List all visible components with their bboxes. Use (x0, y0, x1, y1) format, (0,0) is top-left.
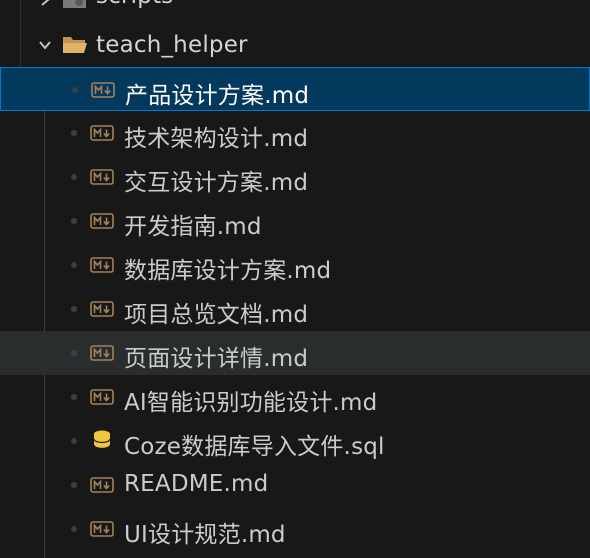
indent-dot (71, 438, 77, 444)
folder-label: teach_helper (96, 32, 248, 58)
markdown-icon (90, 257, 114, 273)
indent-dot (71, 130, 77, 136)
file-row[interactable]: 产品设计方案.md (0, 67, 590, 111)
file-label: 产品设计方案.md (125, 83, 310, 109)
markdown-icon (91, 82, 115, 98)
markdown-icon (90, 389, 114, 405)
database-icon (93, 430, 111, 450)
indent-dot (71, 306, 77, 312)
file-label: 项目总览文档.md (124, 302, 309, 328)
file-label: UI设计规范.md (124, 522, 286, 548)
file-row[interactable]: UI设计规范.md (0, 507, 590, 551)
file-label: Coze数据库导入文件.sql (124, 434, 385, 460)
markdown-icon (90, 521, 114, 537)
file-row[interactable]: 交互设计方案.md (0, 155, 590, 199)
indent-dot (71, 394, 77, 400)
folder-label: scripts (96, 0, 173, 9)
markdown-icon (90, 301, 114, 317)
chevron-down-icon (39, 41, 51, 50)
folder-gear-icon (63, 0, 86, 8)
indent-dot (72, 87, 78, 93)
file-label: 页面设计详情.md (124, 346, 309, 372)
folder-open-icon (63, 37, 87, 53)
indent-dot (71, 526, 77, 532)
file-row[interactable]: 开发指南.md (0, 199, 590, 243)
markdown-icon (90, 477, 114, 493)
file-label: 技术架构设计.md (124, 126, 309, 152)
file-row[interactable]: 页面设计详情.md (0, 331, 590, 375)
file-row[interactable]: Coze数据库导入文件.sql (0, 419, 590, 463)
chevron-right-icon (41, 0, 50, 6)
indent-dot (71, 482, 77, 488)
file-label: AI智能识别功能设计.md (124, 390, 378, 416)
folder-row-scripts[interactable]: scripts (0, 0, 590, 22)
file-label: README.md (124, 471, 269, 497)
markdown-icon (90, 213, 114, 229)
file-row[interactable]: 数据库设计方案.md (0, 243, 590, 287)
file-row[interactable]: 项目总览文档.md (0, 287, 590, 331)
file-row[interactable]: README.md (0, 463, 590, 507)
file-row[interactable]: AI智能识别功能设计.md (0, 375, 590, 419)
markdown-icon (90, 169, 114, 185)
markdown-icon (90, 125, 114, 141)
file-row[interactable]: 技术架构设计.md (0, 111, 590, 155)
indent-dot (71, 174, 77, 180)
file-label: 开发指南.md (124, 214, 262, 240)
file-explorer: scripts teach_helper 产品设计方案.md 技术架构设计.md 交… (0, 0, 590, 558)
folder-row-teach-helper[interactable]: teach_helper (0, 23, 590, 67)
indent-dot (71, 218, 77, 224)
indent-dot (71, 262, 77, 268)
file-label: 交互设计方案.md (124, 170, 309, 196)
file-label: 数据库设计方案.md (124, 258, 332, 284)
indent-dot (71, 350, 77, 356)
markdown-icon (90, 345, 114, 361)
